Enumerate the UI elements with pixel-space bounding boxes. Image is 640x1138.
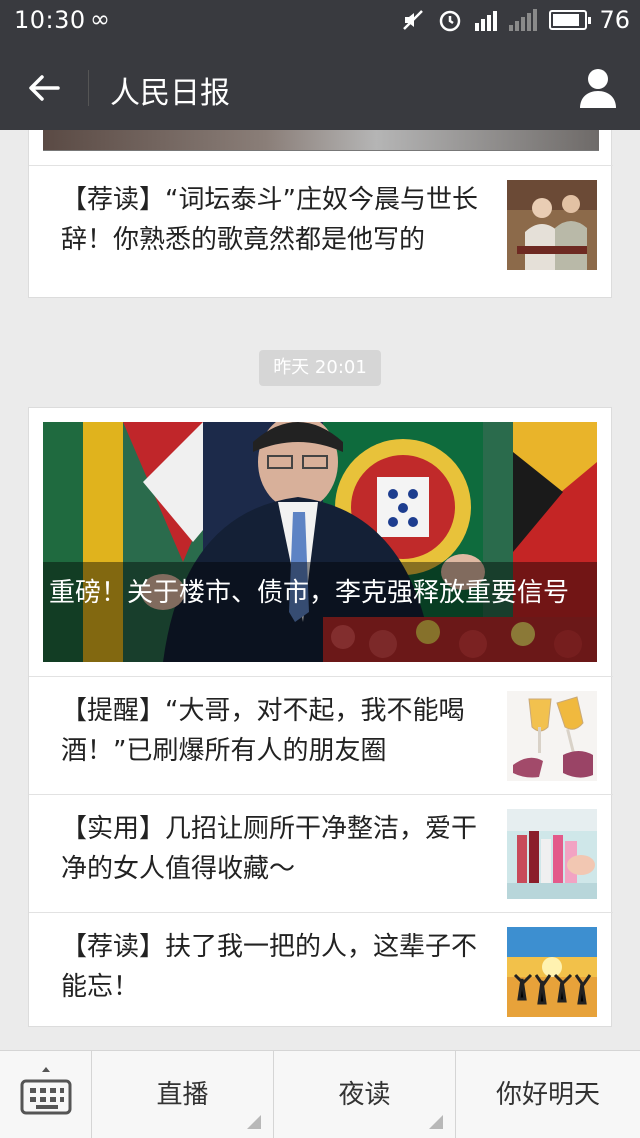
article-title: 【荐读】“词坛泰斗”庄奴今晨与世长辞！你熟悉的歌竟然都是他写的 [61, 185, 478, 255]
title-bar: 人民日报 [0, 44, 640, 130]
menu-item-label: 你好明天 [495, 1080, 600, 1110]
menu-item-live[interactable]: 直播 [92, 1051, 274, 1138]
article-thumbnail [507, 180, 597, 270]
back-arrow-icon[interactable] [24, 68, 64, 108]
article-cover-image[interactable] [43, 130, 599, 151]
alarm-icon [440, 10, 461, 32]
article-thumbnail [507, 691, 597, 781]
title-divider [88, 70, 89, 106]
article-card: 【荐读】“词坛泰斗”庄奴今晨与世长辞！你熟悉的歌竟然都是他写的 [28, 130, 613, 298]
article-title: 【荐读】扶了我一把的人，这辈子不能忘！ [61, 932, 478, 1002]
headline-title: 重磅！关于楼市、债市，李克强释放重要信号 [49, 578, 570, 608]
mute-icon [403, 10, 424, 30]
submenu-corner-icon [429, 1115, 443, 1129]
status-time: 10:30 [14, 6, 86, 34]
battery-icon [549, 10, 592, 30]
submenu-corner-icon [247, 1115, 261, 1129]
menu-item-label: 直播 [156, 1080, 209, 1110]
loop-icon: ∞ [90, 5, 110, 33]
status-bar: 10:30 ∞ 76 [0, 0, 640, 44]
timestamp-badge: 昨天 20:01 [259, 350, 381, 386]
headline-cover-image [43, 422, 597, 662]
page-title: 人民日报 [110, 76, 230, 111]
user-profile-icon[interactable] [578, 66, 618, 110]
menu-item-label: 夜读 [338, 1080, 391, 1110]
article-thumbnail [507, 809, 597, 899]
article-item[interactable]: 【荐读】扶了我一把的人，这辈子不能忘！ [29, 912, 613, 1028]
message-feed[interactable]: 【荐读】“词坛泰斗”庄奴今晨与世长辞！你熟悉的歌竟然都是他写的 昨天 20:01 [0, 130, 640, 1050]
article-title: 【实用】几招让厕所干净整洁，爱干净的女人值得收藏～ [61, 814, 478, 884]
menu-item-hello-tomorrow[interactable]: 你好明天 [456, 1051, 640, 1138]
article-title: 【提醒】“大哥，对不起，我不能喝酒！”已刷爆所有人的朋友圈 [61, 696, 465, 766]
signal-4g-icon [475, 9, 498, 31]
article-item[interactable]: 【提醒】“大哥，对不起，我不能喝酒！”已刷爆所有人的朋友圈 [29, 676, 613, 794]
headline-cover[interactable]: 重磅！关于楼市、债市，李克强释放重要信号 [43, 422, 597, 662]
battery-level: 76 [599, 6, 630, 34]
article-card: 重磅！关于楼市、债市，李克强释放重要信号 【提醒】“大哥，对不起，我不能喝酒！”… [28, 407, 613, 1028]
article-item[interactable]: 【实用】几招让厕所干净整洁，爱干净的女人值得收藏～ [29, 794, 613, 912]
bottom-menu-bar: 直播 夜读 你好明天 [0, 1050, 640, 1138]
status-icons: 76 [401, 6, 630, 34]
keyboard-icon [20, 1067, 72, 1115]
article-item[interactable]: 【荐读】“词坛泰斗”庄奴今晨与世长辞！你熟悉的歌竟然都是他写的 [29, 165, 613, 298]
article-thumbnail [507, 927, 597, 1017]
signal-icon [509, 9, 538, 31]
keyboard-toggle-button[interactable] [0, 1051, 92, 1138]
menu-item-night-reading[interactable]: 夜读 [274, 1051, 456, 1138]
